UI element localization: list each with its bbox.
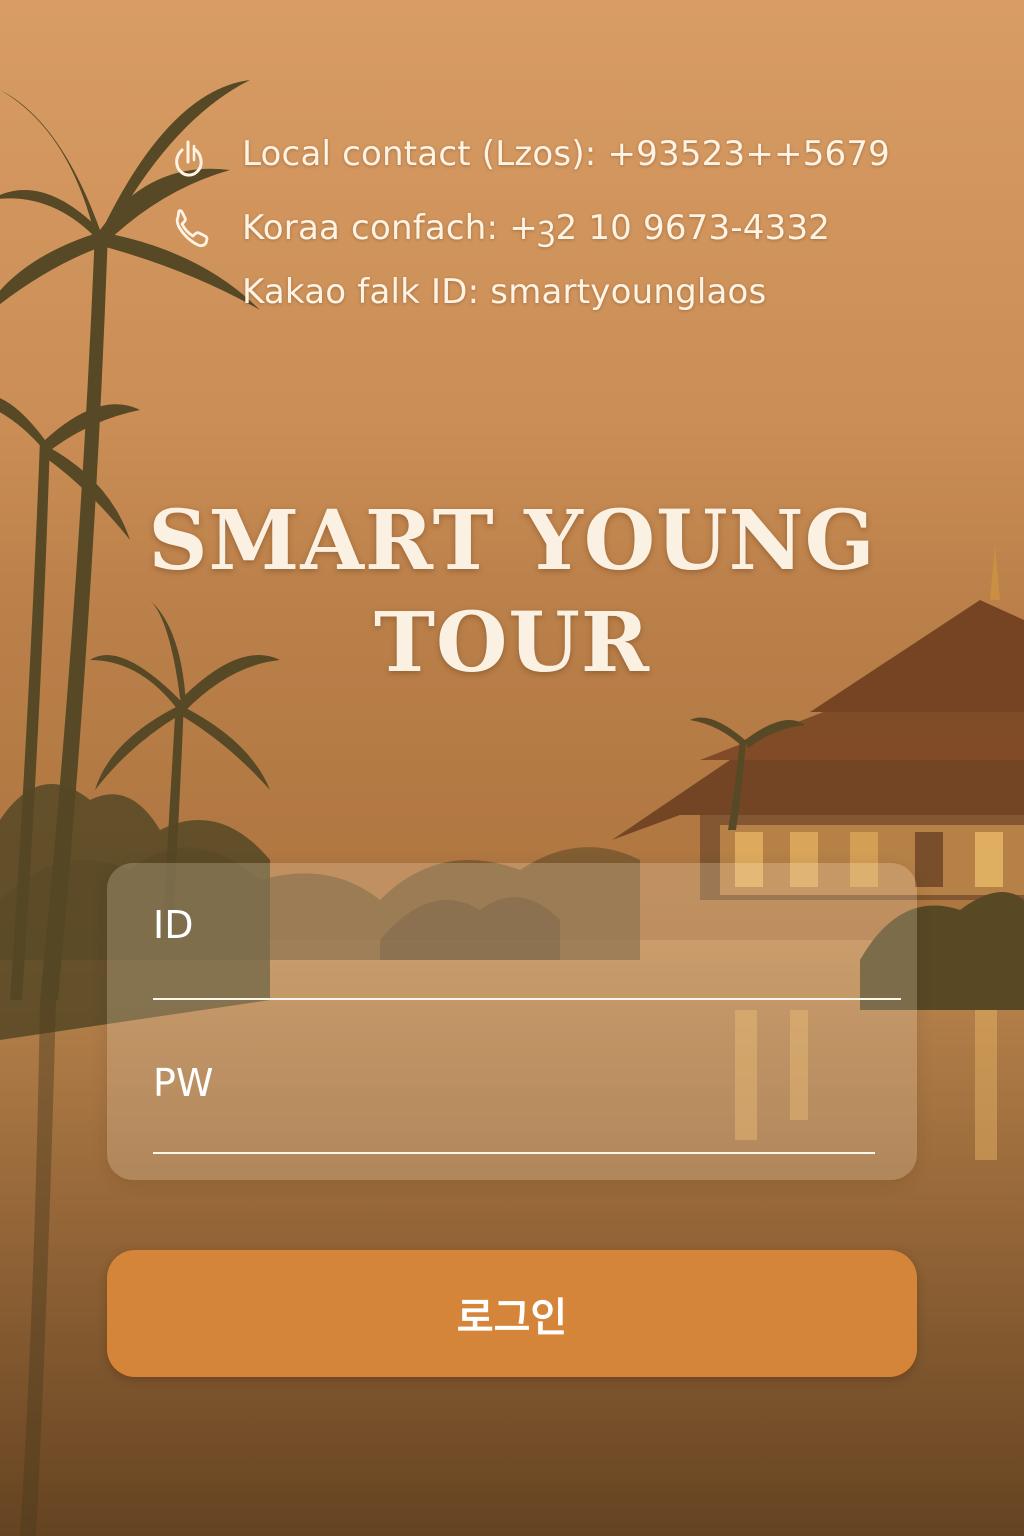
login-button[interactable]: 로그인 — [107, 1250, 917, 1377]
pw-field[interactable]: PW — [153, 1061, 879, 1159]
login-form-card: ID PW — [107, 863, 917, 1180]
brand-title-line2: TOUR — [373, 595, 651, 691]
kakao-id-text: Kakao falk ID: smartyounglaos — [242, 272, 767, 312]
pw-input[interactable] — [153, 1061, 879, 1159]
kakao-contact-row: Kakao falk ID: smartyounglaos — [170, 266, 930, 335]
id-field[interactable]: ID — [153, 903, 905, 1005]
local-contact-row: Local contact (Lzos): +93523++5679 — [170, 128, 930, 197]
brand-title-line1: SMART YOUNG — [148, 493, 876, 589]
contact-info: Local contact (Lzos): +93523++5679 Koraa… — [170, 128, 930, 335]
login-screen: Local contact (Lzos): +93523++5679 Koraa… — [0, 0, 1024, 1536]
brand-title: SMART YOUNG TOUR — [120, 490, 904, 694]
local-contact-text: Local contact (Lzos): +93523++5679 — [242, 134, 891, 174]
id-input[interactable] — [153, 903, 905, 1005]
phone-icon — [175, 209, 209, 248]
id-field-underline — [153, 998, 901, 1000]
korea-contact-row: Koraa confach: +ꝫ2 10 9673-4332 — [170, 197, 930, 266]
korea-contact-text: Koraa confach: +ꝫ2 10 9673-4332 — [242, 208, 831, 248]
power-plug-icon — [175, 140, 203, 177]
pw-field-underline — [153, 1152, 875, 1154]
